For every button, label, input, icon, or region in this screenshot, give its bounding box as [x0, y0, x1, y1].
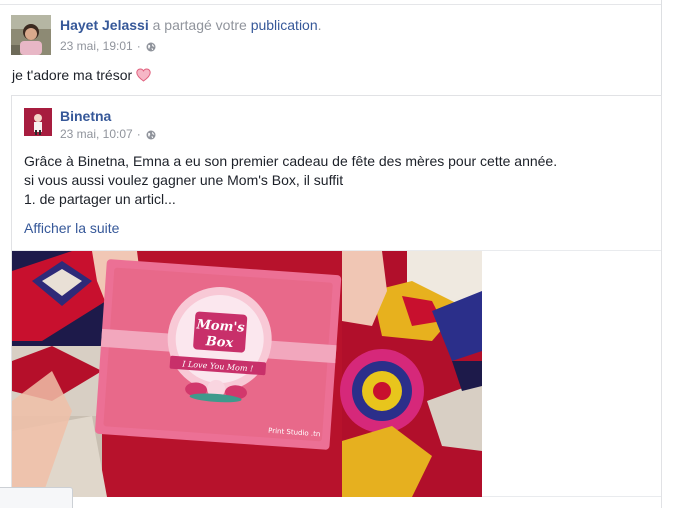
meta-separator: ·	[136, 39, 141, 53]
frame-divider	[482, 496, 661, 497]
text-line: 1. de partager un articl...	[24, 191, 176, 207]
shared-post-text: Grâce à Binetna, Emna a eu son premier c…	[24, 152, 557, 209]
photo-frame: Mom's Box I Love You Mom ! Print Studio …	[12, 250, 661, 509]
post-meta: 23 mai, 19:01 ·	[60, 39, 156, 53]
notification-headline: Hayet Jelassi a partagé votre publicatio…	[60, 17, 322, 33]
shared-meta-separator: ·	[136, 127, 141, 141]
text-line: Grâce à Binetna, Emna a eu son premier c…	[24, 153, 558, 169]
post-top-border	[0, 4, 661, 5]
text-line: si vous aussi voulez gagner une Mom's Bo…	[24, 172, 344, 188]
globe-icon[interactable]	[146, 41, 156, 52]
see-more-link[interactable]: Afficher la suite	[24, 220, 119, 236]
post-photo[interactable]: Mom's Box I Love You Mom ! Print Studio …	[12, 251, 482, 497]
publication-link[interactable]: publication	[251, 17, 318, 33]
shared-post-meta: 23 mai, 10:07 ·	[60, 127, 156, 141]
action-text: a partagé votre	[152, 17, 247, 33]
author-avatar[interactable]	[11, 15, 51, 55]
message-text: je t'adore ma trésor	[12, 67, 133, 83]
page-avatar[interactable]	[24, 108, 52, 136]
shared-post-timestamp[interactable]: 23 mai, 10:07	[60, 127, 133, 141]
shared-notification-post: Hayet Jelassi a partagé votre publicatio…	[0, 0, 662, 509]
box-title-line2: Box	[204, 334, 234, 351]
author-name-link[interactable]: Hayet Jelassi	[60, 17, 149, 33]
post-timestamp[interactable]: 23 mai, 19:01	[60, 39, 133, 53]
post-message: je t'adore ma trésor	[12, 67, 151, 83]
globe-icon[interactable]	[146, 129, 156, 140]
headline-period: .	[317, 17, 322, 33]
heart-emoji	[136, 68, 151, 82]
page-name-link[interactable]: Binetna	[60, 108, 111, 124]
shared-post-card[interactable]: Binetna 23 mai, 10:07 · Grâce à Binetna,…	[11, 95, 662, 509]
chat-tab[interactable]	[0, 487, 73, 508]
